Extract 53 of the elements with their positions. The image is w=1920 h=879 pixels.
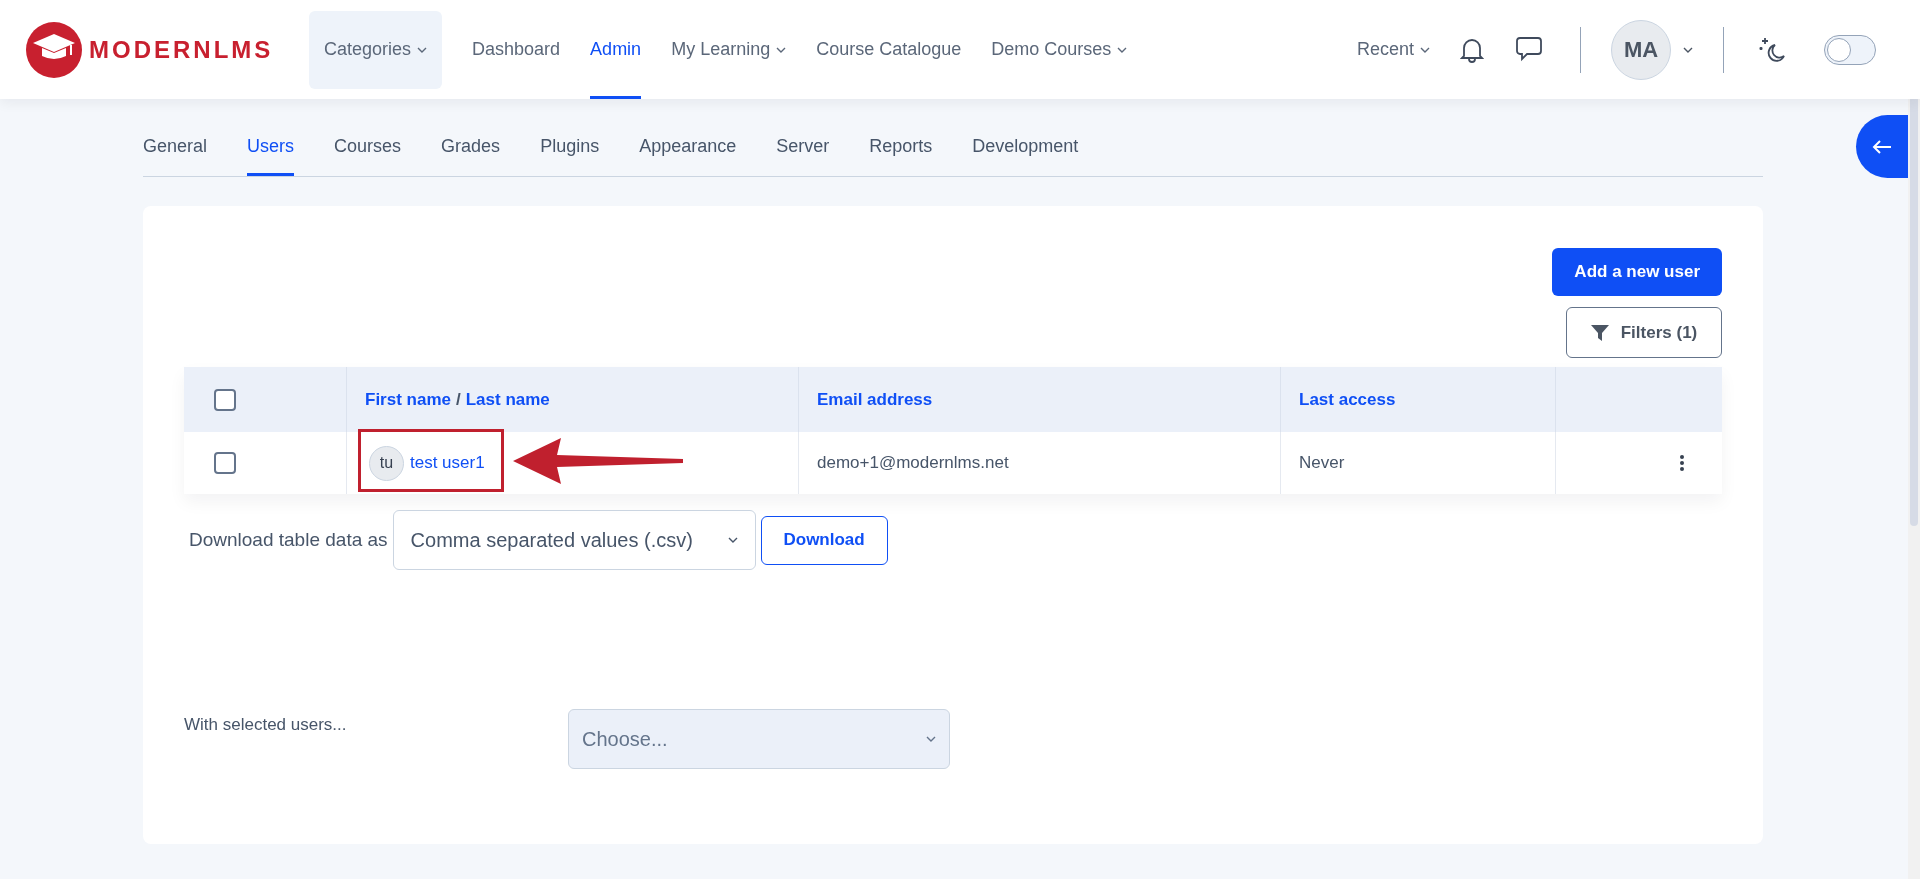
admin-tab[interactable]: Appearance [639,131,737,176]
graduation-cap-logo-icon [25,20,83,79]
chevron-down-icon [417,46,428,53]
chevron-down-icon [1683,46,1693,53]
recent-menu[interactable]: Recent [1356,36,1430,63]
checkbox[interactable] [214,388,236,411]
notification-bell-icon[interactable] [1460,36,1484,63]
nav-link[interactable]: Dashboard [472,36,561,63]
column-header-link[interactable]: Last access [1299,386,1396,413]
filters-button[interactable]: Filters (1) [1566,307,1722,358]
admin-tab[interactable]: General [143,131,208,176]
column-header-link[interactable]: First name [365,386,451,413]
moon-stars-icon [1758,35,1786,64]
admin-tab[interactable]: Server [776,131,830,176]
bulk-action-select[interactable]: Choose... [568,709,950,769]
column-header-link[interactable]: Email address [817,386,933,413]
arrow-left-icon [1872,138,1892,155]
admin-tab[interactable]: Development [972,131,1079,176]
sort-separator: / [456,388,461,411]
nav-link[interactable]: My Learning [671,36,787,63]
chat-bubble-icon[interactable] [1516,37,1542,62]
add-user-button[interactable]: Add a new user [1552,248,1722,296]
nav-link[interactable]: Admin [590,0,642,99]
nav-link[interactable]: Course Catalogue [816,36,962,63]
dark-mode-toggle[interactable] [1824,34,1876,65]
drawer-toggle-button[interactable] [1856,115,1908,178]
logo-wordmark: MODERNLMS [89,37,274,62]
user-name-link[interactable]: test user1 [410,450,485,476]
nav-link[interactable]: Demo Courses [991,36,1128,63]
chevron-down-icon [727,537,738,543]
nav-link[interactable]: Categories [309,10,443,89]
chevron-down-icon [1117,46,1128,53]
admin-tab[interactable]: Reports [869,131,933,176]
last-access-text: Never [1299,452,1345,475]
chevron-down-icon [926,736,936,742]
bulk-action-label: With selected users... [184,714,348,736]
download-label: Download table data as [189,527,388,552]
user-initials-avatar: tu [369,445,404,481]
download-button[interactable]: Download [760,515,888,565]
more-options-icon[interactable] [1679,454,1685,472]
email-text: demo+1@modernlms.net [817,452,1009,475]
scrollbar-thumb[interactable] [1910,96,1918,526]
admin-tab[interactable]: Users [247,131,295,176]
admin-tab[interactable]: Courses [334,131,402,176]
chevron-down-icon [776,46,787,53]
format-select[interactable]: Comma separated values (.csv) [392,510,756,570]
user-avatar[interactable]: MA [1611,19,1671,80]
admin-tab[interactable]: Plugins [540,131,600,176]
filter-icon [1590,324,1609,341]
checkbox[interactable] [214,452,236,474]
column-header-link[interactable]: Last name [465,386,550,413]
chevron-down-icon [1420,46,1430,53]
admin-tab[interactable]: Grades [441,131,501,176]
